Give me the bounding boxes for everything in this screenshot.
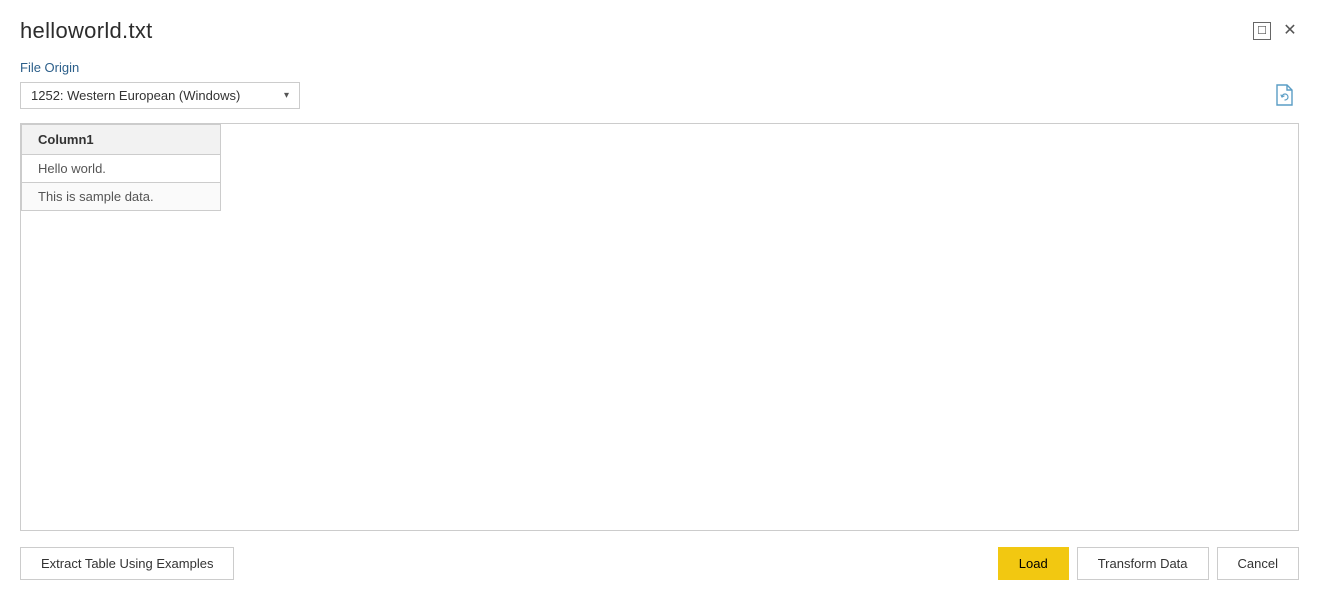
footer: Extract Table Using Examples Load Transf… bbox=[0, 547, 1319, 600]
data-table: Column1 Hello world.This is sample data. bbox=[21, 124, 221, 211]
maximize-button[interactable]: ☐ bbox=[1253, 22, 1271, 40]
main-window: helloworld.txt ☐ ✕ File Origin 1252: Wes… bbox=[0, 0, 1319, 600]
column1-header: Column1 bbox=[22, 125, 221, 155]
table-cell: Hello world. bbox=[22, 155, 221, 183]
file-origin-row: 1252: Western European (Windows) ▾ bbox=[20, 81, 1299, 109]
window-controls: ☐ ✕ bbox=[1253, 18, 1299, 40]
table-row: This is sample data. bbox=[22, 183, 221, 211]
cancel-button[interactable]: Cancel bbox=[1217, 547, 1299, 580]
close-icon: ✕ bbox=[1283, 23, 1296, 39]
main-content: File Origin 1252: Western European (Wind… bbox=[0, 44, 1319, 547]
chevron-down-icon: ▾ bbox=[284, 90, 289, 101]
file-origin-select-value: 1252: Western European (Windows) bbox=[31, 88, 274, 103]
load-button[interactable]: Load bbox=[998, 547, 1069, 580]
footer-left: Extract Table Using Examples bbox=[20, 547, 234, 580]
title-bar: helloworld.txt ☐ ✕ bbox=[0, 0, 1319, 44]
footer-right: Load Transform Data Cancel bbox=[998, 547, 1299, 580]
table-row: Hello world. bbox=[22, 155, 221, 183]
transform-data-button[interactable]: Transform Data bbox=[1077, 547, 1209, 580]
file-origin-select[interactable]: 1252: Western European (Windows) ▾ bbox=[20, 82, 300, 109]
table-cell: This is sample data. bbox=[22, 183, 221, 211]
maximize-icon: ☐ bbox=[1257, 26, 1267, 37]
file-refresh-icon bbox=[1274, 83, 1296, 107]
file-origin-label: File Origin bbox=[20, 60, 1299, 75]
file-settings-button[interactable] bbox=[1271, 81, 1299, 109]
data-table-container: Column1 Hello world.This is sample data. bbox=[20, 123, 1299, 531]
close-button[interactable]: ✕ bbox=[1281, 22, 1299, 40]
extract-table-button[interactable]: Extract Table Using Examples bbox=[20, 547, 234, 580]
window-title: helloworld.txt bbox=[20, 18, 153, 44]
table-header-row: Column1 bbox=[22, 125, 221, 155]
